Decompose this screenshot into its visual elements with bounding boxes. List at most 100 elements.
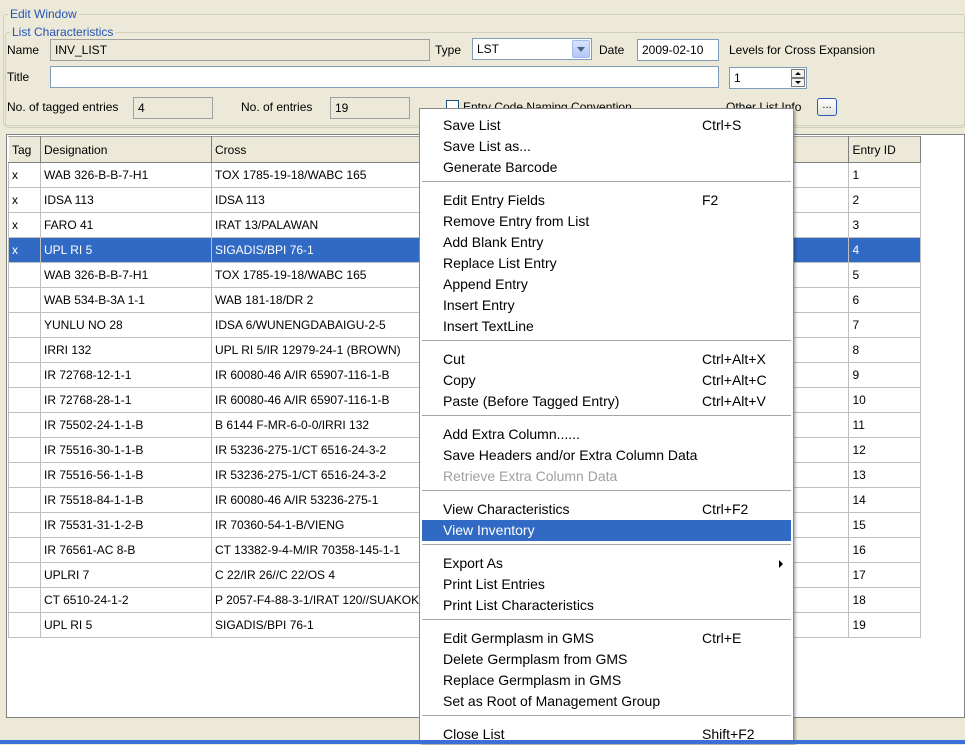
menu-item-add-extra-column[interactable]: Add Extra Column...... <box>422 424 791 445</box>
menu-item-paste-before-tagged-entry[interactable]: Paste (Before Tagged Entry) Ctrl+Alt+V <box>422 391 791 412</box>
cell-entry-id[interactable]: 5 <box>848 262 922 288</box>
menu-item-view-inventory[interactable]: View Inventory <box>422 520 791 541</box>
cell-entry-id[interactable]: 12 <box>848 437 922 463</box>
cell-tag[interactable] <box>8 587 41 613</box>
cell-cross[interactable]: IR 70360-54-1-B/VIENG <box>210 512 443 538</box>
menu-item-insert-textline[interactable]: Insert TextLine <box>422 316 791 337</box>
cell-entry-id[interactable]: 19 <box>848 612 922 638</box>
cell-tag[interactable] <box>8 337 41 363</box>
cell-tag[interactable] <box>8 262 41 288</box>
cell-designation[interactable]: CT 6510-24-1-2 <box>40 587 212 613</box>
cell-designation[interactable]: IR 75502-24-1-1-B <box>40 412 212 438</box>
menu-item-append-entry[interactable]: Append Entry <box>422 274 791 295</box>
menu-item-print-list-entries[interactable]: Print List Entries <box>422 574 791 595</box>
cell-entry-id[interactable]: 3 <box>848 212 922 238</box>
menu-item-add-blank-entry[interactable]: Add Blank Entry <box>422 232 791 253</box>
cell-designation[interactable]: IR 75516-56-1-1-B <box>40 462 212 488</box>
cell-tag[interactable] <box>8 362 41 388</box>
spinner-arrows-icon[interactable] <box>791 69 805 87</box>
cell-cross[interactable]: B 6144 F-MR-6-0-0/IRRI 132 <box>210 412 443 438</box>
levels-spinner[interactable]: 1 <box>729 67 807 89</box>
other-info-button[interactable]: ... <box>817 98 837 116</box>
name-field[interactable]: INV_LIST <box>50 39 430 61</box>
cell-entry-id[interactable]: 18 <box>848 587 922 613</box>
cell-designation[interactable]: UPL RI 5 <box>40 612 212 638</box>
cell-cross[interactable]: C 22/IR 26//C 22/OS 4 <box>210 562 443 588</box>
cell-designation[interactable]: IR 75516-30-1-1-B <box>40 437 212 463</box>
cell-cross[interactable]: IR 60080-46 A/IR 65907-116-1-B <box>210 387 443 413</box>
cell-designation[interactable]: IR 72768-28-1-1 <box>40 387 212 413</box>
menu-item-delete-germplasm-from-gms[interactable]: Delete Germplasm from GMS <box>422 649 791 670</box>
cell-designation[interactable]: UPL RI 5 <box>40 237 212 263</box>
cell-cross[interactable]: UPL RI 5/IR 12979-24-1 (BROWN) <box>210 337 443 363</box>
menu-item-remove-entry-from-list[interactable]: Remove Entry from List <box>422 211 791 232</box>
cell-tag[interactable] <box>8 287 41 313</box>
cell-designation[interactable]: YUNLU NO 28 <box>40 312 212 338</box>
cell-entry-id[interactable]: 2 <box>848 187 922 213</box>
cell-tag[interactable]: x <box>8 187 41 213</box>
menu-item-copy[interactable]: Copy Ctrl+Alt+C <box>422 370 791 391</box>
menu-item-save-headers-and-or-extra-column-data[interactable]: Save Headers and/or Extra Column Data <box>422 445 791 466</box>
menu-item-print-list-characteristics[interactable]: Print List Characteristics <box>422 595 791 616</box>
cell-tag[interactable] <box>8 562 41 588</box>
cell-cross[interactable]: IDSA 6/WUNENGDABAIGU-2-5 <box>210 312 443 338</box>
cell-entry-id[interactable]: 17 <box>848 562 922 588</box>
title-field[interactable] <box>50 66 719 88</box>
cell-cross[interactable]: IR 53236-275-1/CT 6516-24-3-2 <box>210 437 443 463</box>
cell-designation[interactable]: IR 76561-AC 8-B <box>40 537 212 563</box>
cell-designation[interactable]: FARO 41 <box>40 212 212 238</box>
cell-cross[interactable]: TOX 1785-19-18/WABC 165 <box>210 262 443 288</box>
cell-designation[interactable]: IR 75531-31-1-2-B <box>40 512 212 538</box>
date-field[interactable]: 2009-02-10 <box>637 39 719 61</box>
cell-cross[interactable]: IR 53236-275-1/CT 6516-24-3-2 <box>210 462 443 488</box>
cell-designation[interactable]: UPLRI 7 <box>40 562 212 588</box>
menu-item-export-as[interactable]: Export As <box>422 553 791 574</box>
cell-designation[interactable]: IRRI 132 <box>40 337 212 363</box>
cell-tag[interactable] <box>8 537 41 563</box>
cell-tag[interactable] <box>8 612 41 638</box>
cell-designation[interactable]: IR 75518-84-1-1-B <box>40 487 212 513</box>
cell-tag[interactable] <box>8 512 41 538</box>
cell-cross[interactable]: IDSA 113 <box>210 187 443 213</box>
cell-tag[interactable] <box>8 312 41 338</box>
cell-designation[interactable]: WAB 534-B-3A 1-1 <box>40 287 212 313</box>
cell-cross[interactable]: P 2057-F4-88-3-1/IRAT 120//SUAKOKO 8 <box>210 587 443 613</box>
cell-entry-id[interactable]: 9 <box>848 362 922 388</box>
menu-item-replace-list-entry[interactable]: Replace List Entry <box>422 253 791 274</box>
column-header-designation[interactable]: Designation <box>40 136 212 163</box>
menu-item-edit-germplasm-in-gms[interactable]: Edit Germplasm in GMS Ctrl+E <box>422 628 791 649</box>
cell-entry-id[interactable]: 1 <box>848 162 922 188</box>
cell-designation[interactable]: IR 72768-12-1-1 <box>40 362 212 388</box>
cell-entry-id[interactable]: 7 <box>848 312 922 338</box>
cell-entry-id[interactable]: 8 <box>848 337 922 363</box>
cell-tag[interactable] <box>8 387 41 413</box>
cell-entry-id[interactable]: 15 <box>848 512 922 538</box>
chevron-down-icon[interactable] <box>572 40 590 58</box>
menu-item-save-list-as[interactable]: Save List as... <box>422 136 791 157</box>
cell-entry-id[interactable]: 14 <box>848 487 922 513</box>
cell-tag[interactable] <box>8 437 41 463</box>
cell-cross[interactable]: IR 60080-46 A/IR 65907-116-1-B <box>210 362 443 388</box>
cell-entry-id[interactable]: 6 <box>848 287 922 313</box>
cell-tag[interactable] <box>8 412 41 438</box>
cell-cross[interactable]: CT 13382-9-4-M/IR 70358-145-1-1 <box>210 537 443 563</box>
cell-cross[interactable]: WAB 181-18/DR 2 <box>210 287 443 313</box>
cell-cross[interactable]: SIGADIS/BPI 76-1 <box>210 237 443 263</box>
cell-cross[interactable]: IR 60080-46 A/IR 53236-275-1 <box>210 487 443 513</box>
cell-tag[interactable]: x <box>8 162 41 188</box>
cell-tag[interactable] <box>8 487 41 513</box>
menu-item-edit-entry-fields[interactable]: Edit Entry Fields F2 <box>422 190 791 211</box>
cell-entry-id[interactable]: 16 <box>848 537 922 563</box>
cell-cross[interactable]: SIGADIS/BPI 76-1 <box>210 612 443 638</box>
column-header-cross[interactable]: Cross <box>210 136 443 163</box>
menu-item-save-list[interactable]: Save List Ctrl+S <box>422 115 791 136</box>
cell-designation[interactable]: WAB 326-B-B-7-H1 <box>40 162 212 188</box>
menu-item-generate-barcode[interactable]: Generate Barcode <box>422 157 791 178</box>
menu-item-replace-germplasm-in-gms[interactable]: Replace Germplasm in GMS <box>422 670 791 691</box>
cell-tag[interactable]: x <box>8 237 41 263</box>
cell-tag[interactable] <box>8 462 41 488</box>
menu-item-cut[interactable]: Cut Ctrl+Alt+X <box>422 349 791 370</box>
menu-item-view-characteristics[interactable]: View Characteristics Ctrl+F2 <box>422 499 791 520</box>
menu-item-set-as-root-of-management-group[interactable]: Set as Root of Management Group <box>422 691 791 712</box>
cell-cross[interactable]: IRAT 13/PALAWAN <box>210 212 443 238</box>
